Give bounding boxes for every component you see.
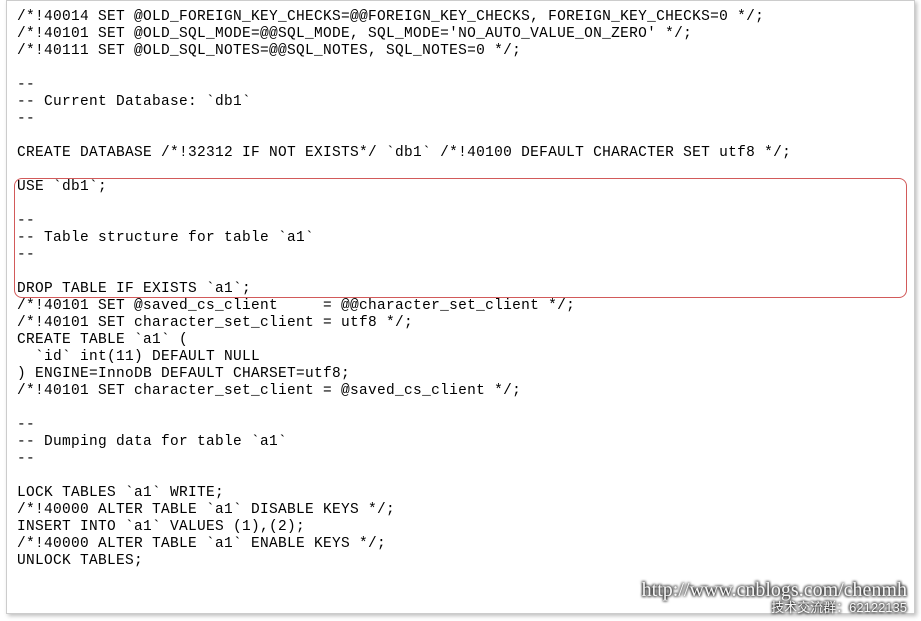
sql-dump-code: /*!40014 SET @OLD_FOREIGN_KEY_CHECKS=@@F… xyxy=(17,9,904,570)
code-frame: /*!40014 SET @OLD_FOREIGN_KEY_CHECKS=@@F… xyxy=(6,0,915,614)
